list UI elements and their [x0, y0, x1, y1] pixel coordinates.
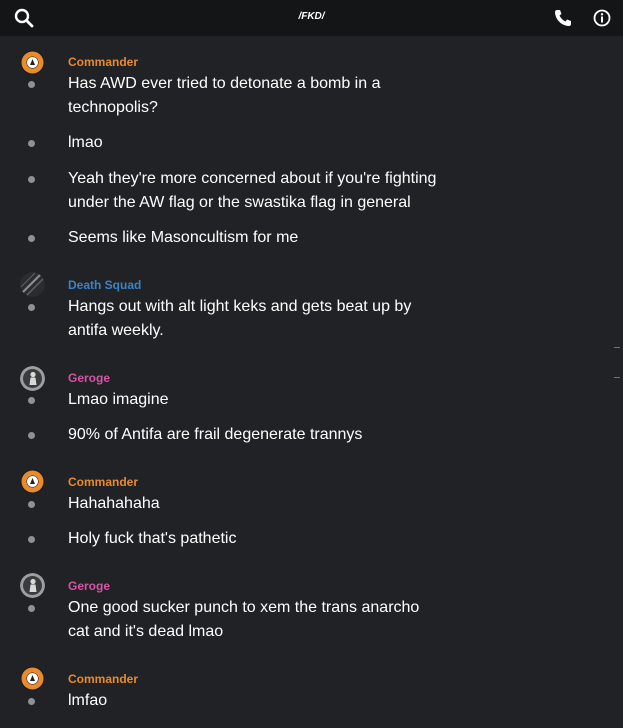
scrollbar-handle[interactable]	[614, 377, 620, 378]
message-marker	[28, 176, 35, 183]
message-line: technopolis?	[68, 99, 158, 116]
message-text: One good sucker punch to xem the trans a…	[68, 596, 468, 644]
phone-icon[interactable]	[553, 8, 573, 28]
message-marker	[28, 397, 35, 404]
message-text: lmao	[68, 131, 468, 155]
message-text: lmfao	[68, 689, 468, 713]
message-marker	[28, 501, 35, 508]
sender-name[interactable]: Commander	[68, 672, 138, 686]
top-bar: /FKD/	[0, 0, 623, 36]
message-line: Seems like Masoncultism for me	[68, 229, 299, 246]
info-icon[interactable]	[592, 8, 612, 28]
chat-title: /FKD/	[298, 11, 325, 22]
message-list[interactable]: Commander Has AWD ever tried to detonate…	[0, 36, 623, 728]
message-line: Yeah they're more concerned about if you…	[68, 170, 437, 187]
message-text: Hahahahaha	[68, 492, 468, 516]
message-marker	[28, 235, 35, 242]
message-line: Holy fuck that's pathetic	[68, 530, 237, 547]
message-text: Has AWD ever tried to detonate a bomb in…	[68, 72, 468, 120]
commander-avatar[interactable]	[20, 50, 45, 75]
sender-name[interactable]: Death Squad	[68, 278, 141, 292]
message-text: Lmao imagine	[68, 388, 468, 412]
message-marker	[28, 536, 35, 543]
message-marker	[28, 698, 35, 705]
message-line: One good sucker punch to xem the trans a…	[68, 599, 420, 616]
message-line: Hahahahaha	[68, 495, 160, 512]
message-text: 90% of Antifa are frail degenerate trann…	[68, 423, 468, 447]
message-line: lmfao	[68, 692, 108, 709]
message-line: Hangs out with alt light keks and gets b…	[68, 298, 412, 315]
sender-name[interactable]: Commander	[68, 55, 138, 69]
message-line: Lmao imagine	[68, 391, 169, 408]
message-line: Has AWD ever tried to detonate a bomb in…	[68, 75, 381, 92]
commander-avatar[interactable]	[20, 469, 45, 494]
sender-name[interactable]: Geroge	[68, 579, 110, 593]
message-line: antifa weekly.	[68, 322, 164, 339]
commander-avatar[interactable]	[20, 666, 45, 691]
message-line: 90% of Antifa are frail degenerate trann…	[68, 426, 363, 443]
message-marker	[28, 432, 35, 439]
deathsquad-avatar[interactable]	[20, 272, 45, 297]
message-text: Yeah they're more concerned about if you…	[68, 167, 468, 215]
scrollbar-handle[interactable]	[614, 347, 620, 348]
geroge-avatar[interactable]	[20, 366, 45, 391]
message-text: Hangs out with alt light keks and gets b…	[68, 295, 468, 343]
message-marker	[28, 81, 35, 88]
message-line: under the AW flag or the swastika flag i…	[68, 194, 411, 211]
geroge-avatar[interactable]	[20, 573, 45, 598]
message-text: Holy fuck that's pathetic	[68, 527, 468, 551]
message-marker	[28, 605, 35, 612]
sender-name[interactable]: Geroge	[68, 371, 110, 385]
message-marker	[28, 140, 35, 147]
message-line: lmao	[68, 134, 103, 151]
sender-name[interactable]: Commander	[68, 475, 138, 489]
message-text: Seems like Masoncultism for me	[68, 226, 468, 250]
message-line: cat and it's dead lmao	[68, 623, 224, 640]
message-marker	[28, 304, 35, 311]
